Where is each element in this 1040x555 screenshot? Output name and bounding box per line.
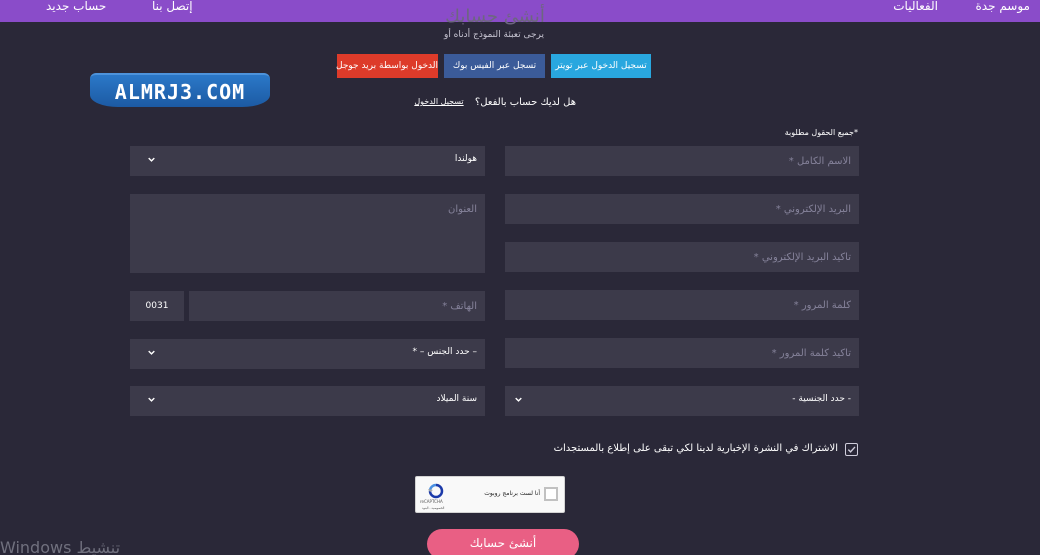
birth-year-select[interactable]: سنة الميلاد	[130, 386, 485, 416]
full-name-input[interactable]	[505, 146, 859, 176]
nationality-select[interactable]: - حدد الجنسية -	[505, 386, 859, 416]
gender-select[interactable]: – حدد الجنس – *	[130, 339, 485, 369]
recaptcha-widget: أنا لست برنامج روبوت reCAPTCHA الخصوصية …	[415, 476, 565, 513]
password-input[interactable]	[505, 290, 859, 320]
windows-activation-watermark: Windows تنشيط	[0, 538, 121, 555]
have-account-text: هل لديك حساب بالفعل؟	[474, 97, 576, 108]
recaptcha-checkbox[interactable]	[544, 487, 558, 501]
page-subtitle: يرجى تعبئة النموذج أدناه أو	[443, 30, 544, 40]
recaptcha-terms[interactable]: الخصوصية - البنود	[422, 506, 444, 510]
chevron-down-icon	[148, 156, 155, 163]
chevron-down-icon	[148, 396, 155, 403]
google-login-button[interactable]: الدخول بواسطة بريد جوجل	[336, 54, 438, 78]
email-input[interactable]	[505, 194, 859, 224]
page-title: أنشئ حسابك	[445, 6, 545, 27]
phone-country-code: 0031	[130, 291, 184, 321]
recaptcha-brand: reCAPTCHA	[420, 499, 443, 504]
login-link[interactable]: تسجيل الدخول	[412, 97, 466, 106]
recaptcha-label: أنا لست برنامج روبوت	[484, 490, 540, 497]
gender-select-value: – حدد الجنس – *	[412, 347, 477, 357]
chevron-down-icon	[148, 349, 155, 356]
newsletter-label: الاشتراك في النشرة الإخبارية لدينا لكي ت…	[553, 443, 838, 454]
recaptcha-logo-icon	[428, 483, 444, 499]
newsletter-checkbox[interactable]	[845, 443, 858, 456]
country-select-value: هولندا	[454, 154, 477, 164]
nav-new-account[interactable]: حساب جديد	[46, 0, 108, 13]
confirm-password-input[interactable]	[505, 338, 859, 368]
create-account-button[interactable]: أنشئ حسابك	[427, 529, 579, 555]
nav-events[interactable]: الفعاليات	[888, 0, 938, 13]
nationality-select-value: - حدد الجنسية -	[792, 394, 851, 404]
birth-year-select-value: سنة الميلاد	[436, 394, 477, 404]
site-logo: ALMRJ3.COM	[90, 73, 270, 107]
phone-input[interactable]	[189, 291, 485, 321]
checkmark-icon	[847, 446, 856, 453]
chevron-down-icon	[515, 396, 522, 403]
nav-contact-us[interactable]: إتصل بنا	[152, 0, 196, 13]
twitter-login-button[interactable]: تسجيل الدخول عبر تويتر	[551, 54, 651, 78]
site-logo-text: ALMRJ3.COM	[114, 80, 246, 104]
required-fields-note: *جميع الحقول مطلوبة	[784, 128, 858, 137]
confirm-email-input[interactable]	[505, 242, 859, 272]
address-textarea[interactable]	[130, 194, 485, 273]
facebook-login-button[interactable]: تسجل عبر الفيس بوك	[444, 54, 545, 78]
country-select[interactable]: هولندا	[130, 146, 485, 176]
nav-jeddah-season[interactable]: موسم جدة	[976, 0, 1031, 13]
